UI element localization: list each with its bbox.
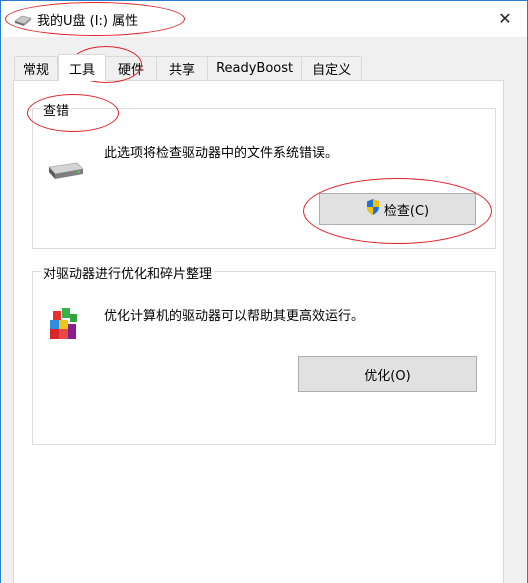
- optimize-title: 对驱动器进行优化和碎片整理: [41, 263, 215, 282]
- usb-drive-icon: [13, 13, 33, 27]
- optimize-description: 优化计算机的驱动器可以帮助其更高效运行。: [104, 309, 365, 324]
- dialog-body: 常规 工具 硬件 共享 ReadyBoost 自定义 查错 此选项将检查驱动器中…: [2, 37, 527, 583]
- check-button-label: 检查(C): [383, 203, 430, 219]
- tools-panel: 查错 此选项将检查驱动器中的文件系统错误。 检查(C) 对驱动器进行优化和碎片整…: [13, 80, 504, 583]
- optimize-button-label: 优化(O): [364, 368, 411, 384]
- tab-readyboost[interactable]: ReadyBoost: [208, 56, 303, 80]
- tab-tools[interactable]: 工具: [58, 54, 107, 81]
- tab-customize[interactable]: 自定义: [302, 56, 363, 80]
- close-button[interactable]: ✕: [483, 1, 527, 35]
- tab-sharing[interactable]: 共享: [157, 56, 209, 80]
- error-check-title: 查错: [41, 100, 72, 119]
- tab-general[interactable]: 常规: [14, 56, 59, 80]
- drive-icon: [47, 161, 85, 183]
- title-bar[interactable]: 我的U盘 (I:) 属性 ✕: [1, 1, 527, 37]
- check-button[interactable]: 检查(C): [319, 193, 476, 225]
- error-check-group: 查错 此选项将检查驱动器中的文件系统错误。 检查(C): [32, 100, 496, 249]
- properties-window: 我的U盘 (I:) 属性 ✕ 常规 工具 硬件 共享 ReadyBoost 自定…: [0, 0, 528, 583]
- error-check-description: 此选项将检查驱动器中的文件系统错误。: [104, 146, 339, 161]
- tab-hardware[interactable]: 硬件: [106, 56, 158, 80]
- uac-shield-icon: [366, 199, 380, 219]
- optimize-group: 对驱动器进行优化和碎片整理 优化计算机的驱动器可以帮助其更高效运行。 优化(O): [32, 263, 496, 445]
- window-title: 我的U盘 (I:) 属性: [37, 14, 139, 29]
- optimize-button[interactable]: 优化(O): [298, 356, 477, 392]
- tab-strip: 常规 工具 硬件 共享 ReadyBoost 自定义: [14, 54, 363, 81]
- defrag-icon: [47, 306, 79, 344]
